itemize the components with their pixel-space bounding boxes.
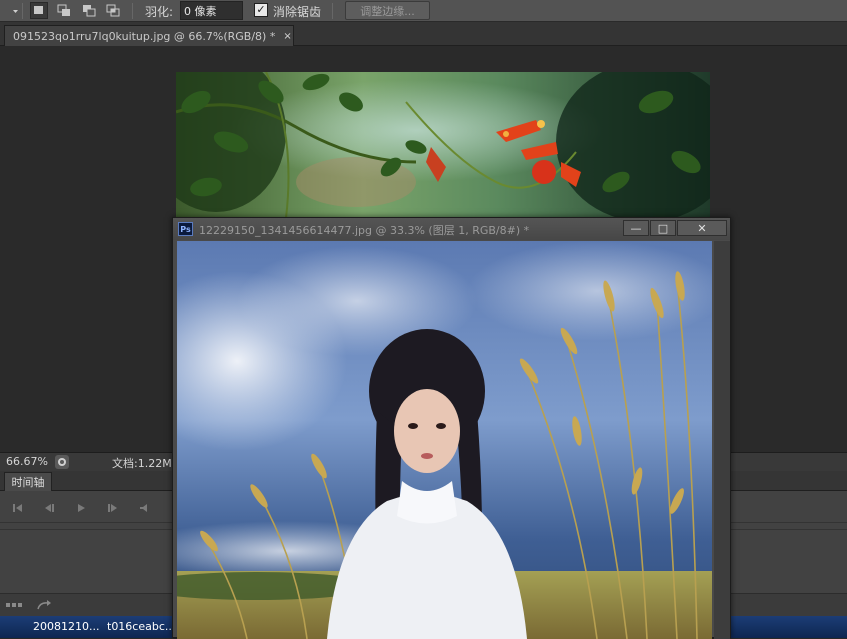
taskbar-item-2[interactable]: t016ceabc...	[107, 620, 175, 633]
next-frame-icon	[108, 504, 117, 512]
minimize-button[interactable]: —	[623, 220, 649, 236]
intersect-selection-icon	[106, 4, 120, 17]
feather-input[interactable]: 0 像素	[180, 1, 243, 20]
play-button[interactable]	[73, 501, 89, 515]
new-selection-button[interactable]	[30, 2, 48, 19]
render-arrow-icon	[37, 600, 51, 610]
taskbar-item-1[interactable]: 20081210...	[33, 620, 99, 633]
first-frame-button[interactable]	[10, 501, 26, 515]
previous-frame-icon	[45, 504, 54, 512]
document-tab-title: 091523qo1rru7lq0kuitup.jpg @ 66.7%(RGB/8…	[13, 29, 276, 43]
status-info-icon[interactable]	[55, 455, 69, 469]
add-selection-icon	[57, 4, 70, 16]
document-size-readout: 文档:1.22M	[112, 457, 172, 470]
options-bar: 羽化: 0 像素 ✓ 消除锯齿 调整边缘...	[0, 0, 847, 22]
speaker-icon	[140, 504, 147, 512]
document-tab-bar: 091523qo1rru7lq0kuitup.jpg @ 66.7%(RGB/8…	[0, 22, 847, 46]
new-selection-icon	[34, 6, 43, 14]
frames-icon	[6, 603, 22, 607]
antialias-checkbox[interactable]: ✓	[254, 3, 268, 17]
first-frame-icon	[13, 504, 22, 512]
portrait-photo-image	[177, 241, 712, 639]
play-icon	[78, 504, 85, 512]
document-image-flowers[interactable]	[176, 72, 710, 218]
floating-window-titlebar[interactable]: Ps 12229150_1341456614477.jpg @ 33.3% (图…	[173, 218, 730, 240]
tool-preset-chevron-icon	[13, 10, 18, 13]
floating-window-title: 12229150_1341456614477.jpg @ 33.3% (图层 1…	[199, 224, 530, 237]
status-menu-arrow-icon	[58, 458, 66, 466]
feather-label: 羽化:	[145, 0, 173, 22]
antialias-label: 消除锯齿	[273, 0, 321, 22]
floating-window-scrollbar[interactable]	[714, 241, 730, 639]
convert-frames-button[interactable]	[6, 598, 22, 612]
close-tab-icon[interactable]: ×	[283, 31, 291, 42]
antialias-label-text: 消除锯齿	[273, 4, 322, 19]
floating-document-window[interactable]: Ps 12229150_1341456614477.jpg @ 33.3% (图…	[172, 217, 731, 639]
add-to-selection-button[interactable]	[55, 2, 73, 19]
close-button[interactable]: ✕	[677, 220, 727, 236]
photoshop-icon: Ps	[178, 222, 193, 236]
next-frame-button[interactable]	[105, 501, 121, 515]
audio-button[interactable]	[136, 501, 152, 515]
tool-preset-picker[interactable]	[2, 0, 20, 22]
maximize-button[interactable]: □	[650, 220, 676, 236]
render-video-button[interactable]	[36, 598, 52, 612]
previous-frame-button[interactable]	[41, 501, 57, 515]
subtract-selection-icon	[83, 5, 96, 17]
document-tab[interactable]: 091523qo1rru7lq0kuitup.jpg @ 66.7%(RGB/8…	[4, 25, 294, 46]
intersect-selection-button[interactable]	[104, 2, 122, 19]
flower-photo-image	[176, 72, 710, 218]
zoom-readout[interactable]: 66.67%	[6, 455, 48, 468]
document-image-portrait[interactable]	[177, 241, 712, 639]
refine-edge-button[interactable]: 调整边缘...	[345, 1, 430, 20]
feather-label-text: 羽化:	[145, 4, 174, 19]
tab-timeline[interactable]: 时间轴	[4, 472, 52, 491]
subtract-from-selection-button[interactable]	[80, 2, 98, 19]
